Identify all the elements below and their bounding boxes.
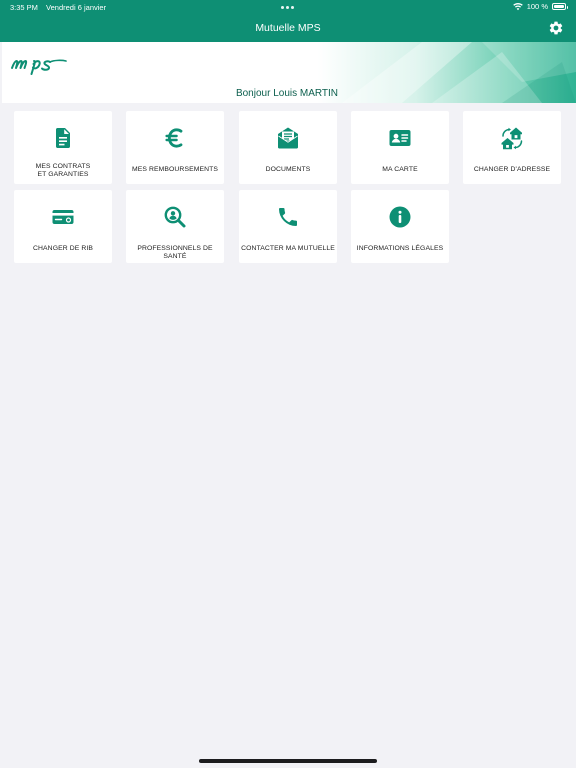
tile-ma-carte[interactable]: MA CARTE [351, 111, 449, 184]
credit-card-icon [52, 210, 74, 224]
navigation-bar: Mutuelle MPS [0, 15, 576, 42]
envelope-icon [278, 127, 298, 149]
moving-house-icon [501, 127, 523, 150]
tile-label-line1: MES CONTRATS [35, 163, 91, 170]
tile-mes-contrats[interactable]: MES CONTRATS ET GARANTIES [14, 111, 112, 184]
euro-icon [165, 128, 183, 148]
tile-mes-remboursements[interactable]: MES REMBOURSEMENTS [126, 111, 224, 184]
info-icon [389, 206, 411, 228]
id-card-icon [389, 130, 411, 146]
status-time: 3:35 PM [10, 3, 38, 12]
tile-professionnels-sante[interactable]: PROFESSIONNELS DE SANTÉ [126, 190, 224, 263]
tile-label: PROFESSIONNELS DE SANTÉ [137, 245, 213, 260]
page-title: Mutuelle MPS [255, 22, 321, 34]
tile-label: INFORMATIONS LÉGALES [356, 245, 444, 252]
phone-icon [279, 208, 297, 226]
tile-label: MES REMBOURSEMENTS [131, 166, 218, 173]
search-person-icon [164, 206, 186, 228]
status-date: Vendredi 6 janvier [46, 3, 107, 12]
battery-icon [552, 3, 568, 10]
tile-label: MA CARTE [382, 166, 418, 173]
home-indicator[interactable] [199, 759, 377, 763]
battery-percent: 100 % [526, 2, 548, 11]
tile-contacter-mutuelle[interactable]: CONTACTER MA MUTUELLE [239, 190, 337, 263]
document-icon [56, 128, 70, 148]
tile-label: DOCUMENTS [265, 166, 311, 173]
wifi-icon [512, 2, 523, 10]
gear-icon[interactable] [548, 20, 564, 36]
tile-label-line2: ET GARANTIES [37, 171, 89, 178]
mps-logo [11, 59, 67, 75]
greeting-text: Bonjour Louis MARTIN [235, 88, 339, 99]
tile-informations-legales[interactable]: INFORMATIONS LÉGALES [351, 190, 449, 263]
status-bar: 3:35 PM Vendredi 6 janvier 100 % [0, 0, 576, 15]
tile-label: CHANGER D'ADRESSE [473, 166, 551, 173]
tile-label: CONTACTER MA MUTUELLE [241, 245, 335, 252]
tile-changer-rib[interactable]: CHANGER DE RIB [14, 190, 112, 263]
multitasking-dots-icon[interactable] [281, 6, 295, 9]
tile-label: CHANGER DE RIB [33, 245, 93, 252]
tile-changer-adresse[interactable]: CHANGER D'ADRESSE [463, 111, 561, 184]
tile-documents[interactable]: DOCUMENTS [239, 111, 337, 184]
